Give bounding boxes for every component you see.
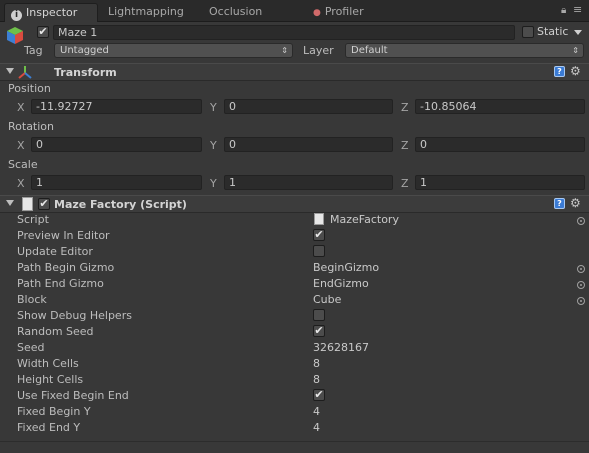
show-debug-helpers-checkbox[interactable] [313,309,325,321]
object-picker-icon[interactable] [577,297,585,305]
object-picker-icon[interactable] [577,265,585,273]
prop-script-label: Script [17,213,49,226]
position-x-label: X [17,101,25,114]
tab-inspector[interactable]: i Inspector [4,3,98,22]
script-asset-icon [314,213,324,225]
prop-fixed-end-y-label: Fixed End Y [17,421,81,434]
static-label: Static [537,25,569,38]
prop-path-begin-gizmo-value[interactable]: BeginGizmo [313,261,379,274]
transform-header[interactable]: Transform ? ⚙ [0,63,589,81]
script-file-icon [22,197,33,211]
prop-seed-value[interactable]: 32628167 [313,341,369,354]
script-enabled-checkbox[interactable]: ✔ [38,198,50,210]
tab-occlusion-label: Occlusion [209,5,263,18]
foldout-icon[interactable] [6,68,14,74]
info-icon: i [11,10,22,21]
prop-fixed-begin-y-label: Fixed Begin Y [17,405,91,418]
prop-fixed-begin-y-value[interactable]: 4 [313,405,320,418]
profiler-icon: ● [313,8,321,18]
scale-x-field[interactable]: 1 [31,175,202,190]
position-z-label: Z [401,101,409,114]
help-icon[interactable]: ? [554,66,565,77]
scale-y-field[interactable]: 1 [224,175,393,190]
prop-path-end-gizmo-value[interactable]: EndGizmo [313,277,369,290]
object-picker-icon[interactable] [577,217,585,225]
prop-width-cells-value[interactable]: 8 [313,357,320,370]
static-checkbox[interactable] [522,26,534,38]
prop-block-value[interactable]: Cube [313,293,341,306]
tab-menu-icon[interactable]: ≡ [573,3,582,16]
foldout-icon[interactable] [6,200,14,206]
transform-title: Transform [54,66,117,79]
use-fixed-begin-end-checkbox[interactable]: ✔ [313,389,325,401]
random-seed-checkbox[interactable]: ✔ [313,325,325,337]
divider [0,441,589,442]
tag-label: Tag [24,44,43,57]
dropdown-arrows-icon: ⇕ [572,46,579,55]
object-name-field[interactable]: Maze 1 [53,25,515,40]
layer-value: Default [351,45,388,56]
tab-lightmapping[interactable]: Lightmapping [102,3,198,22]
prop-use-fixed-begin-end-label: Use Fixed Begin End [17,389,129,402]
tab-bar: i Inspector Lightmapping Occlusion ● Profi… [0,0,589,22]
scale-z-field[interactable]: 1 [415,175,585,190]
transform-icon [17,65,33,80]
tab-inspector-label: Inspector [26,6,78,19]
tag-value: Untagged [60,45,109,56]
tab-profiler[interactable]: ● Profiler [307,3,387,22]
rotation-x-field[interactable]: 0 [31,137,202,152]
position-y-field[interactable]: 0 [224,99,393,114]
preview-in-editor-checkbox[interactable]: ✔ [313,229,325,241]
tag-dropdown[interactable]: Untagged ⇕ [54,43,293,58]
prop-update-editor-label: Update Editor [17,245,93,258]
rotation-y-label: Y [210,139,217,152]
prop-path-begin-gizmo-label: Path Begin Gizmo [17,261,115,274]
static-dropdown-icon[interactable] [574,30,582,35]
tab-profiler-label: Profiler [324,5,364,18]
rotation-z-label: Z [401,139,409,152]
prop-fixed-end-y-value[interactable]: 4 [313,421,320,434]
prop-width-cells-label: Width Cells [17,357,79,370]
prop-random-seed-label: Random Seed [17,325,94,338]
rotation-x-label: X [17,139,25,152]
prop-seed-label: Seed [17,341,45,354]
gameobject-cube-icon [5,25,25,45]
maze-factory-header[interactable]: ✔ Maze Factory (Script) ? ⚙ [0,195,589,213]
layer-label: Layer [303,44,334,57]
lock-icon[interactable]: 🔒︎ [561,5,566,16]
position-x-field[interactable]: -11.92727 [31,99,202,114]
prop-height-cells-value[interactable]: 8 [313,373,320,386]
position-y-label: Y [210,101,217,114]
scale-z-label: Z [401,177,409,190]
rotation-z-field[interactable]: 0 [415,137,585,152]
prop-height-cells-label: Height Cells [17,373,84,386]
object-picker-icon[interactable] [577,281,585,289]
dropdown-arrows-icon: ⇕ [281,46,288,55]
help-icon[interactable]: ? [554,198,565,209]
layer-dropdown[interactable]: Default ⇕ [345,43,584,58]
update-editor-checkbox[interactable] [313,245,325,257]
scale-y-label: Y [210,177,217,190]
prop-path-end-gizmo-label: Path End Gizmo [17,277,104,290]
active-checkbox[interactable]: ✔ [37,26,49,38]
tab-occlusion[interactable]: Occlusion [203,3,295,22]
rotation-y-field[interactable]: 0 [224,137,393,152]
prop-show-debug-helpers-label: Show Debug Helpers [17,309,132,322]
position-z-field[interactable]: -10.85064 [415,99,585,114]
gear-icon[interactable]: ⚙ [570,196,581,210]
prop-preview-in-editor-label: Preview In Editor [17,229,110,242]
scale-label: Scale [8,158,38,171]
tab-lightmapping-label: Lightmapping [108,5,184,18]
prop-block-label: Block [17,293,47,306]
scale-x-label: X [17,177,25,190]
maze-factory-title: Maze Factory (Script) [54,198,187,211]
position-label: Position [8,82,51,95]
prop-script-value[interactable]: MazeFactory [330,213,399,226]
rotation-label: Rotation [8,120,55,133]
gear-icon[interactable]: ⚙ [570,64,581,78]
